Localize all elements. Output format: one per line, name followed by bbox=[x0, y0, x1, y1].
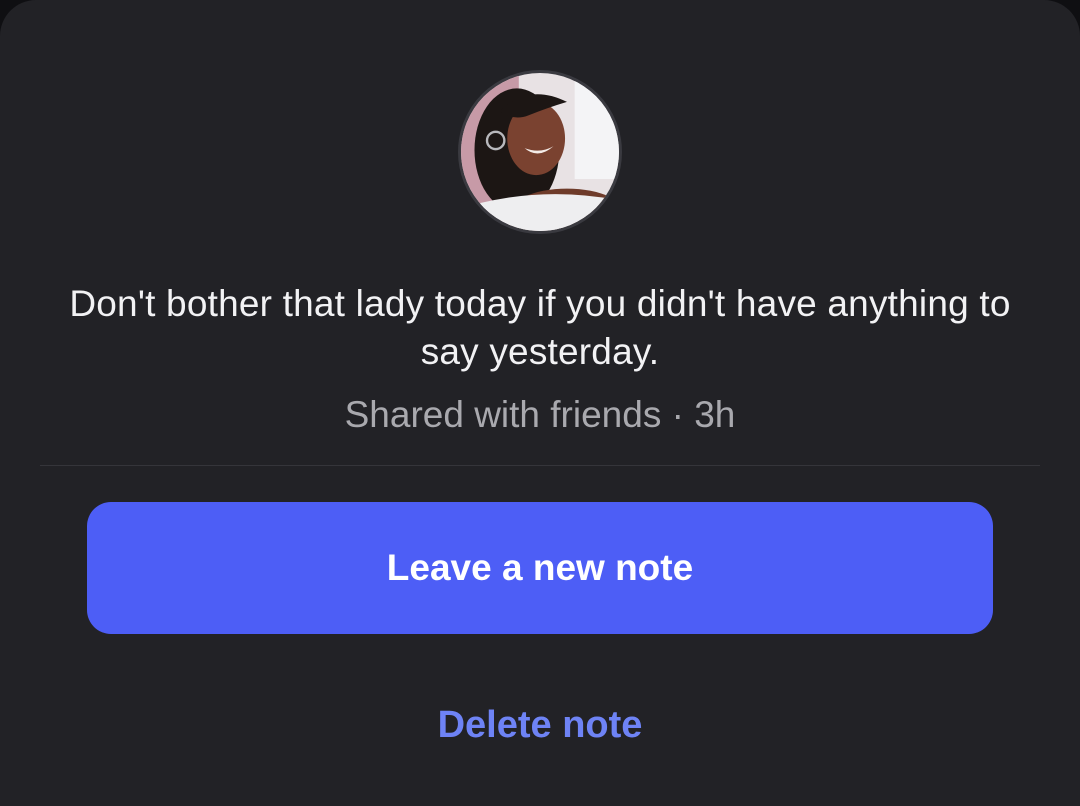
note-meta: Shared with friends · 3h bbox=[344, 394, 736, 435]
note-text: Don't bother that lady today if you didn… bbox=[69, 283, 1011, 372]
divider bbox=[40, 465, 1040, 466]
profile-photo bbox=[461, 73, 619, 231]
leave-new-note-button[interactable]: Leave a new note bbox=[87, 502, 993, 634]
profile-avatar bbox=[458, 70, 622, 234]
note-bottom-sheet: Don't bother that lady today if you didn… bbox=[0, 0, 1080, 806]
delete-note-button[interactable]: Delete note bbox=[340, 690, 740, 760]
